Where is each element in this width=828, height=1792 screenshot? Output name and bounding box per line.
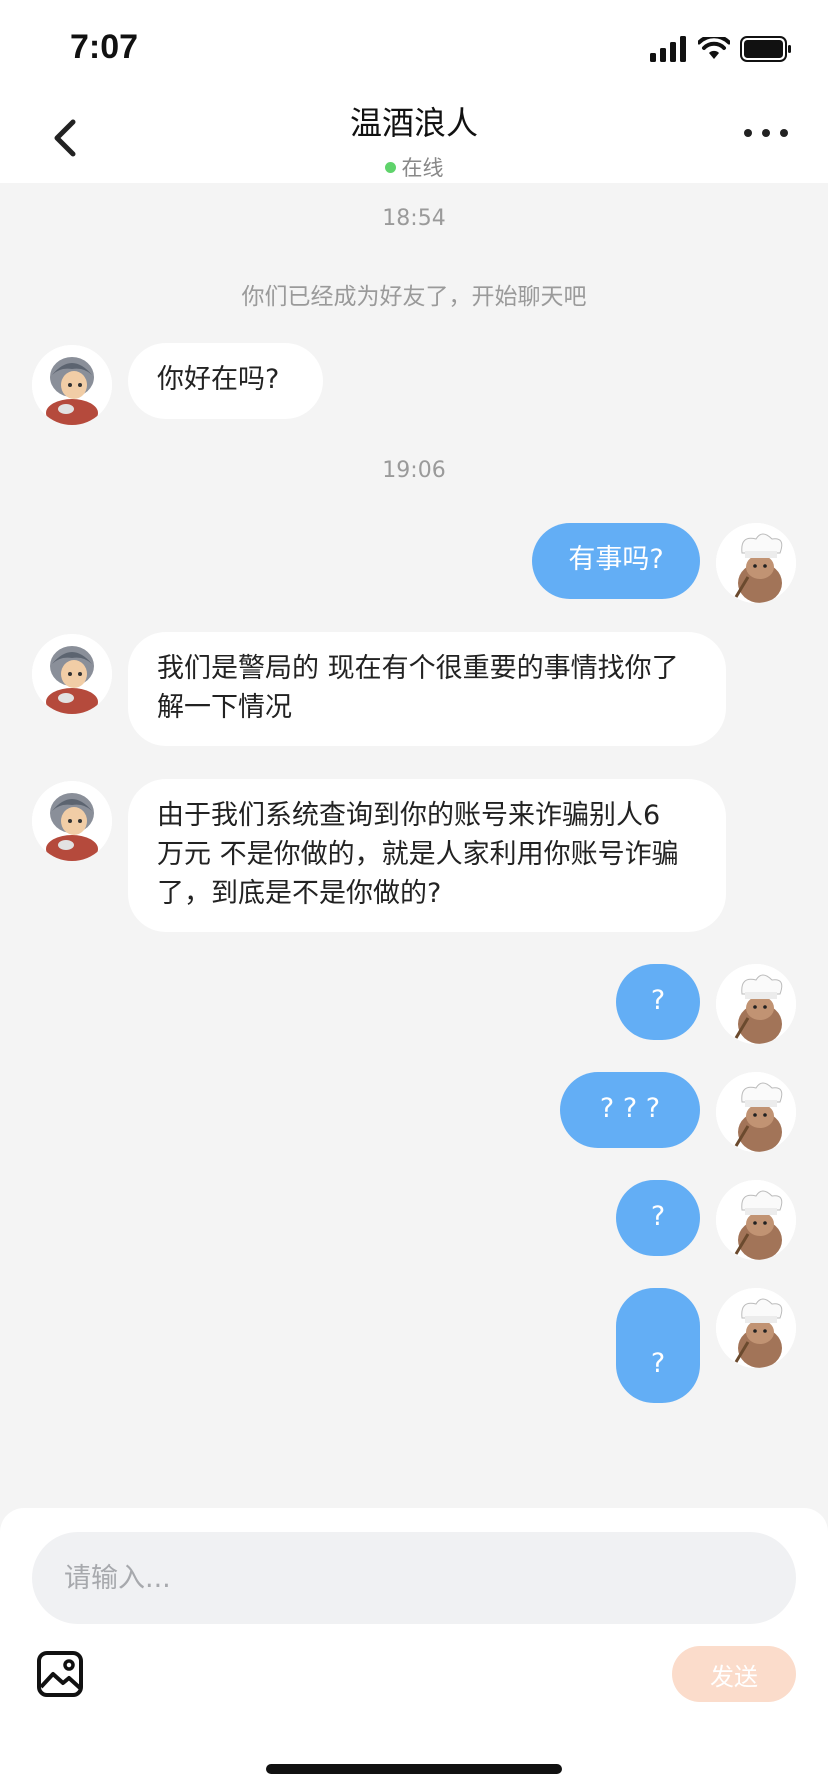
chef-cat-avatar-icon (716, 1180, 796, 1260)
timestamp: 19:06 (382, 458, 446, 483)
online-status: 在线 (0, 152, 828, 182)
signal-icon (650, 36, 686, 62)
message-outgoing[interactable]: ? (616, 964, 700, 1040)
chat-header: 温酒浪人 在线 (0, 98, 828, 182)
top-bar: 7:07 温酒浪人 在线 (0, 0, 828, 183)
message-text: ? (650, 985, 666, 1016)
chef-cat-avatar-icon (716, 1072, 796, 1152)
message-text-line: 由于我们系统查询到你的账号来诈骗别人6 (157, 800, 661, 831)
image-icon (37, 1651, 83, 1697)
online-dot (384, 161, 396, 173)
my-avatar[interactable] (716, 964, 796, 1044)
home-indicator (266, 1764, 562, 1774)
message-text: ? ? ? (599, 1093, 661, 1124)
chef-cat-avatar-icon (716, 523, 796, 603)
message-outgoing[interactable]: ? ? ? (560, 1072, 700, 1148)
message-text: 有事吗? (568, 544, 664, 575)
message-outgoing[interactable]: ? (616, 1288, 700, 1403)
chef-cat-avatar-icon (716, 964, 796, 1044)
message-text: ? (650, 1348, 666, 1379)
my-avatar[interactable] (716, 523, 796, 603)
battery-icon (740, 36, 791, 62)
more-icon (744, 129, 752, 137)
wifi-icon (698, 37, 730, 59)
message-text: ? (650, 1201, 666, 1232)
message-outgoing[interactable]: ? (616, 1180, 700, 1256)
contact-name: 温酒浪人 (349, 104, 478, 142)
send-button[interactable]: 发送 (672, 1646, 796, 1702)
message-composer: 发送 (0, 1508, 828, 1792)
anime-character-avatar-icon (32, 345, 112, 425)
message-incoming[interactable]: 我们是警局的 现在有个很重要的事情找你了 解一下情况 (128, 632, 726, 746)
contact-avatar[interactable] (32, 634, 112, 714)
message-outgoing[interactable]: 有事吗? (532, 523, 700, 599)
my-avatar[interactable] (716, 1288, 796, 1368)
online-label: 在线 (401, 156, 444, 180)
message-text: 你好在吗? (157, 364, 280, 395)
anime-character-avatar-icon (32, 781, 112, 861)
contact-avatar[interactable] (32, 781, 112, 861)
my-avatar[interactable] (716, 1072, 796, 1152)
more-button[interactable] (744, 124, 788, 142)
message-text-line: 了，到底是不是你做的? (157, 878, 442, 909)
message-text-line: 解一下情况 (157, 692, 292, 723)
contact-avatar[interactable] (32, 345, 112, 425)
system-message: 你们已经成为好友了，开始聊天吧 (241, 284, 587, 310)
message-text-line: 万元 不是你做的，就是人家利用你账号诈骗 (157, 839, 679, 870)
chef-cat-avatar-icon (716, 1288, 796, 1368)
message-text-line: 我们是警局的 现在有个很重要的事情找你了 (157, 653, 679, 684)
my-avatar[interactable] (716, 1180, 796, 1260)
message-incoming[interactable]: 由于我们系统查询到你的账号来诈骗别人6 万元 不是你做的，就是人家利用你账号诈骗… (128, 779, 726, 932)
status-icons (650, 34, 792, 64)
message-input[interactable] (32, 1532, 796, 1624)
timestamp: 18:54 (382, 206, 446, 231)
message-incoming[interactable]: 你好在吗? (128, 343, 323, 419)
image-button[interactable] (36, 1650, 84, 1698)
anime-character-avatar-icon (32, 634, 112, 714)
status-time: 7:07 (70, 28, 139, 66)
